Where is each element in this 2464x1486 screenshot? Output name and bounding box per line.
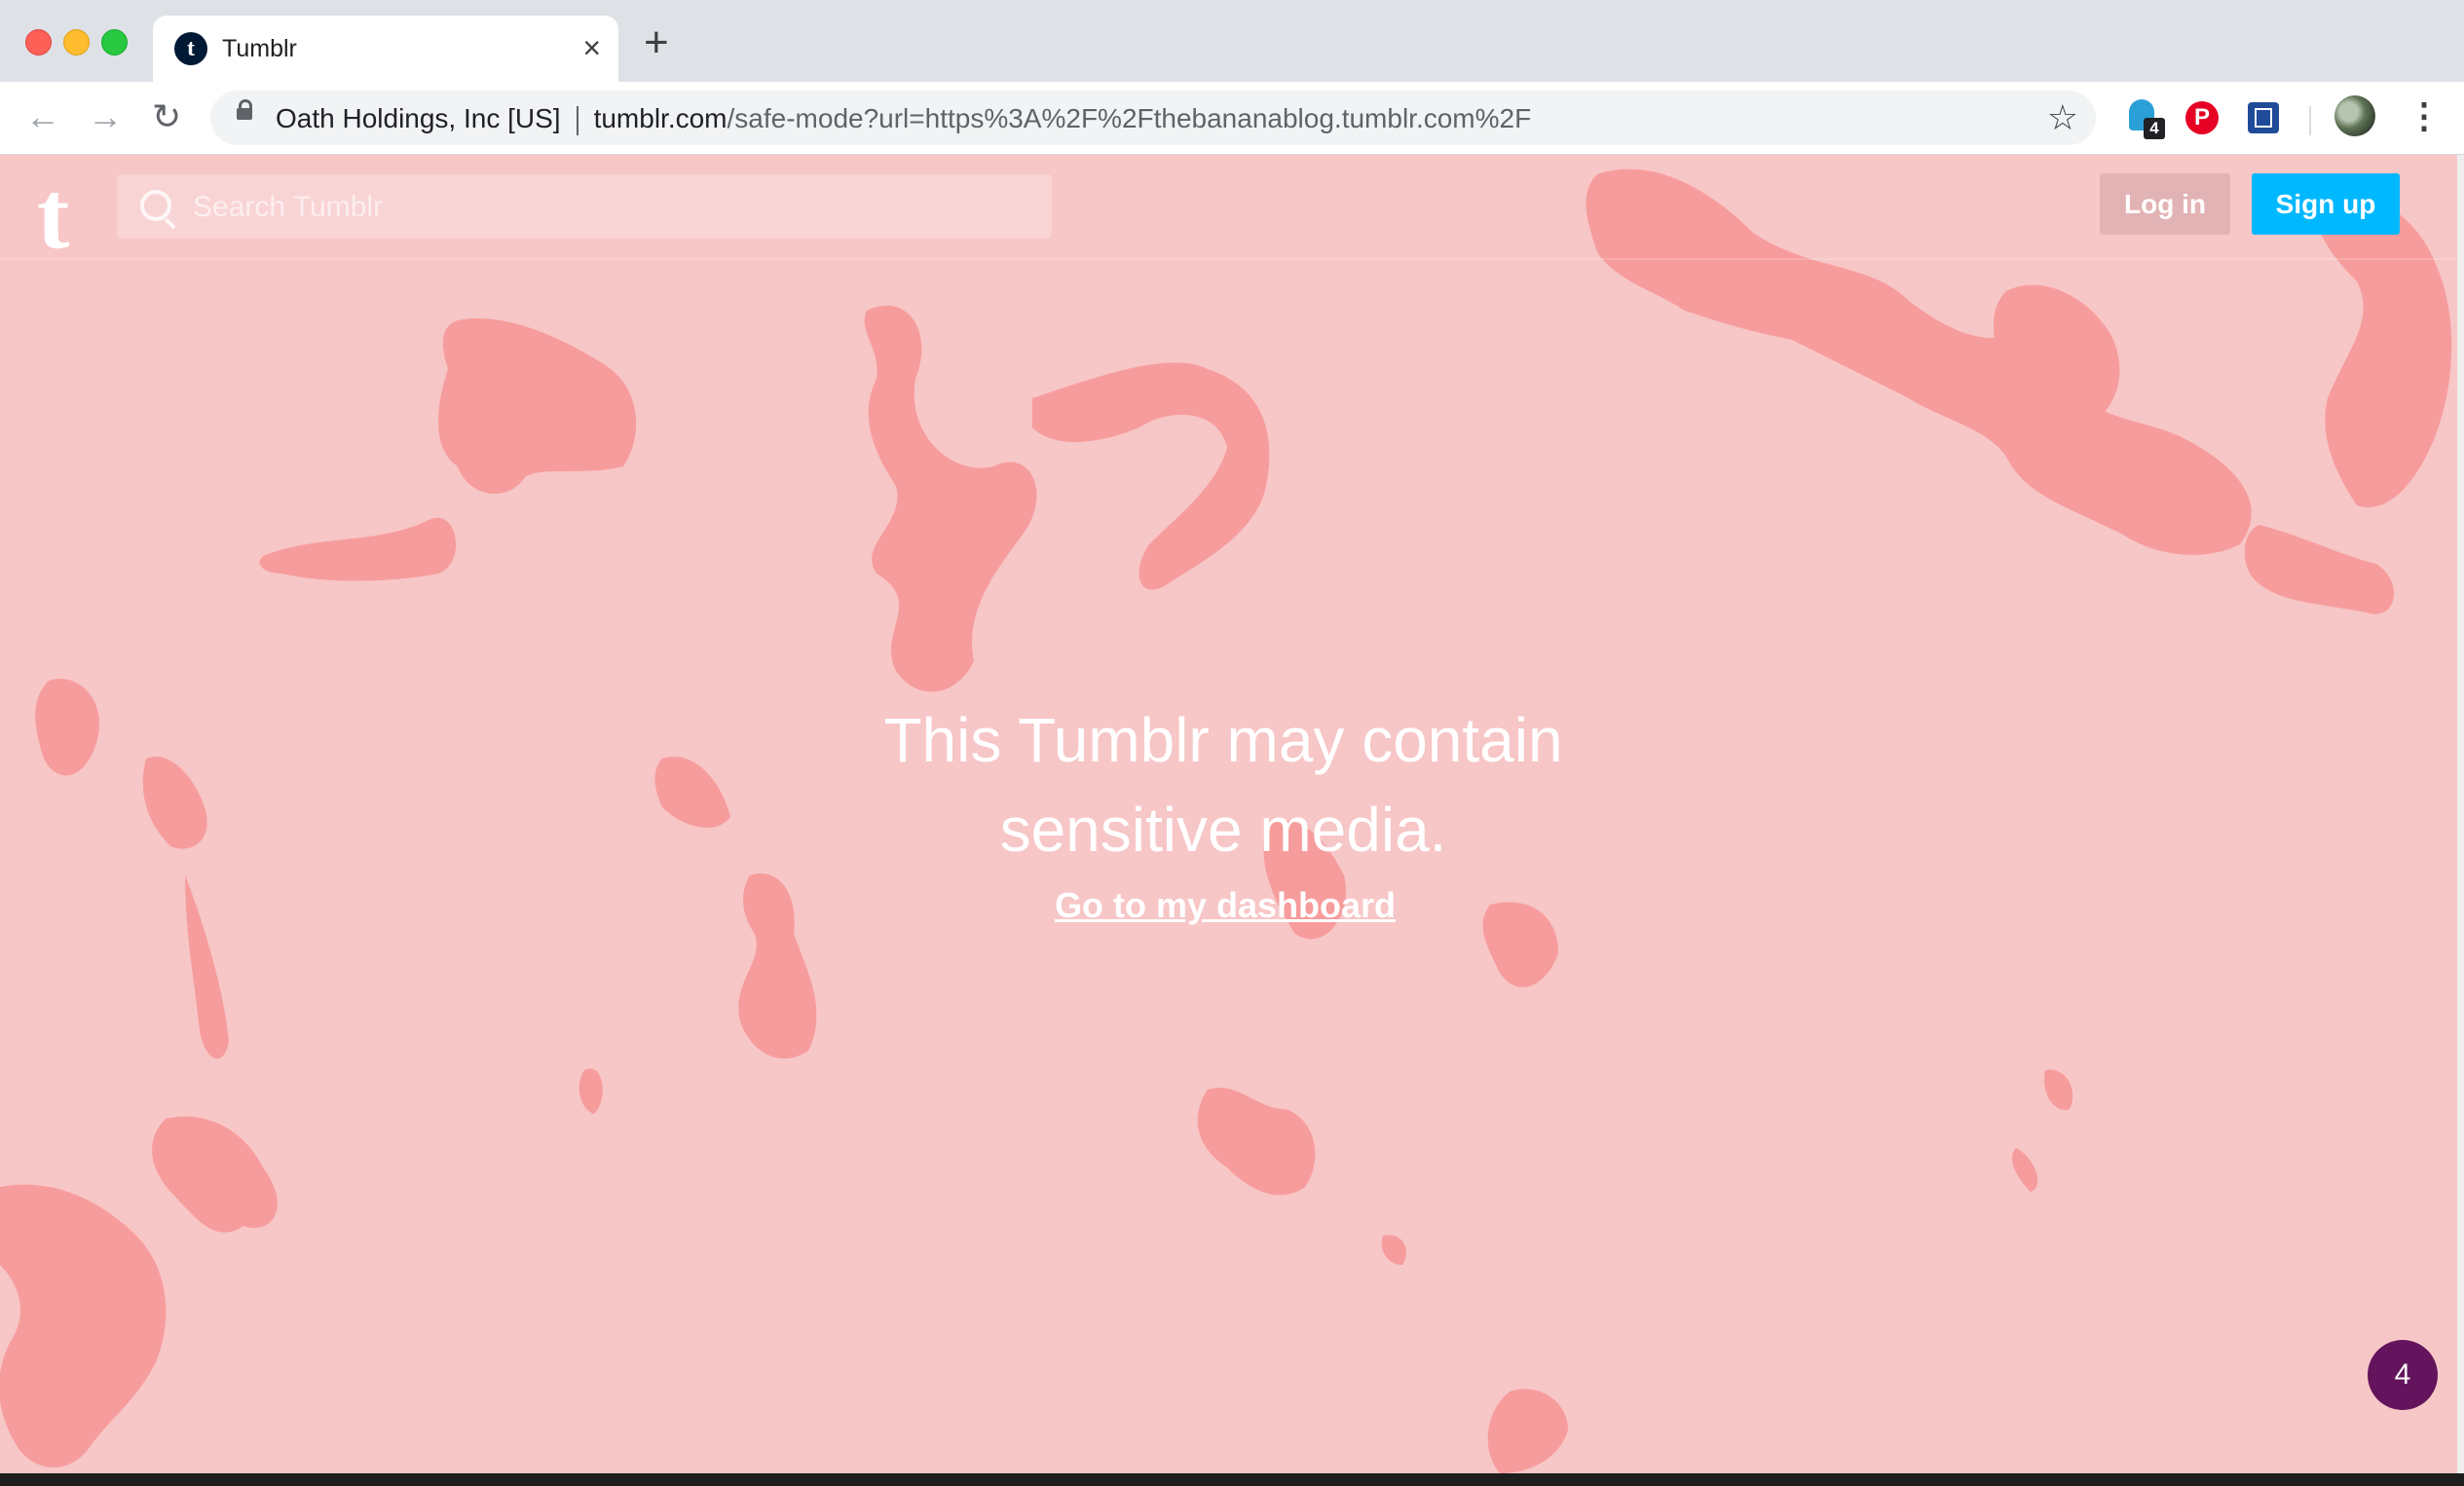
new-tab-button[interactable]: + — [644, 21, 669, 64]
pinterest-extension-icon[interactable]: P — [2185, 101, 2219, 134]
tab-title: Tumblr — [222, 35, 297, 62]
star-icon[interactable]: ☆ — [2047, 99, 2078, 136]
message-line-1: This Tumblr may contain — [883, 705, 1563, 775]
sensitive-media-message: This Tumblr may contain sensitive media. — [643, 695, 1804, 874]
ghostery-extension-icon[interactable]: 4 — [2125, 98, 2165, 139]
bookmark-extension-icon[interactable] — [2248, 102, 2279, 133]
browser-tab[interactable]: t Tumblr × — [153, 16, 618, 82]
kebab-menu-icon[interactable]: ⋮ — [2407, 96, 2442, 135]
search-input[interactable] — [191, 174, 1032, 241]
go-to-dashboard-link[interactable]: Go to my dashboard — [935, 885, 1515, 926]
extension-badge: 4 — [2144, 118, 2165, 139]
url-path: /safe-mode?url=https%3A%2F%2Fthebananabl… — [727, 103, 1532, 133]
back-icon[interactable]: ← — [25, 99, 60, 134]
profile-avatar[interactable] — [2334, 95, 2375, 136]
message-line-2: sensitive media. — [999, 795, 1447, 865]
scrollbar[interactable] — [2457, 155, 2464, 1473]
address-divider — [576, 105, 579, 135]
browser-toolbar: ← → ↻ Oath Holdings, Inc [US] tumblr.com/… — [0, 82, 2464, 155]
search-icon — [140, 190, 171, 221]
close-window-button[interactable] — [25, 29, 52, 56]
search-bar[interactable] — [117, 174, 1052, 241]
tumblr-favicon-icon: t — [174, 32, 207, 65]
login-button[interactable]: Log in — [2100, 173, 2230, 235]
lock-icon[interactable] — [237, 99, 252, 120]
header-divider — [0, 258, 2457, 260]
notification-badge[interactable]: 4 — [2368, 1340, 2438, 1410]
page-content: t Log in Sign up This Tumblr may contain… — [0, 155, 2457, 1473]
forward-icon[interactable]: → — [88, 99, 123, 134]
address-text[interactable]: Oath Holdings, Inc [US] tumblr.com/safe-m… — [276, 103, 1531, 135]
minimize-window-button[interactable] — [63, 29, 90, 56]
toolbar-divider — [2309, 106, 2311, 135]
close-tab-icon[interactable]: × — [582, 29, 601, 66]
maximize-window-button[interactable] — [101, 29, 128, 56]
site-identity: Oath Holdings, Inc [US] — [276, 103, 561, 133]
window-bottom-edge — [0, 1473, 2464, 1486]
tumblr-logo[interactable]: t — [37, 167, 69, 264]
signup-button[interactable]: Sign up — [2252, 173, 2400, 235]
reload-icon[interactable]: ↻ — [152, 99, 181, 134]
browser-tab-bar: t Tumblr × + — [0, 0, 2464, 82]
url-host: tumblr.com — [593, 103, 728, 133]
address-bar[interactable]: Oath Holdings, Inc [US] tumblr.com/safe-m… — [210, 91, 2096, 145]
